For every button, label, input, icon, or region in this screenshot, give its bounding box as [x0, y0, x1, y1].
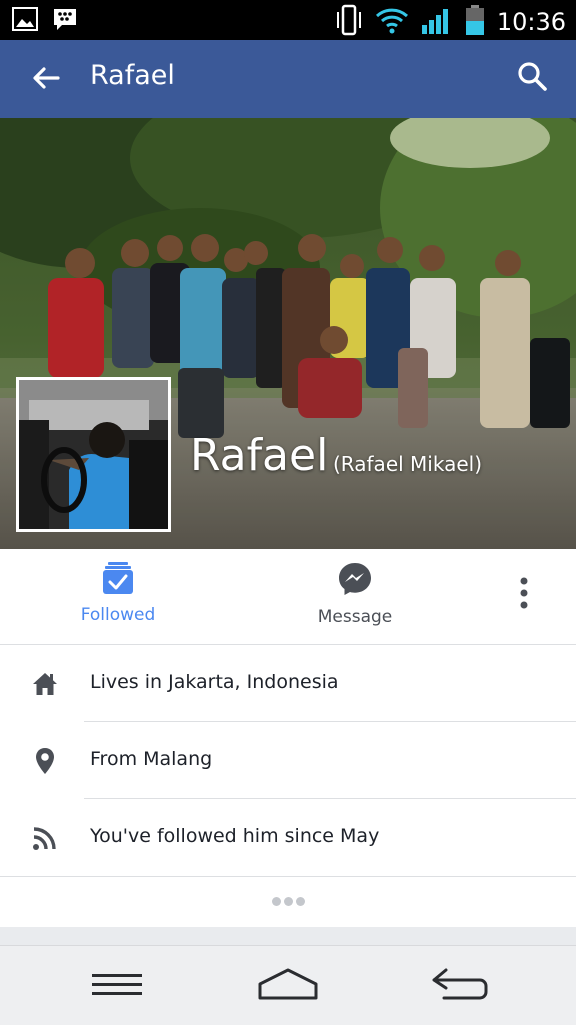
top-toolbar: Rafael: [0, 40, 576, 118]
see-more-about-button[interactable]: [0, 876, 576, 927]
more-options-button[interactable]: [504, 573, 544, 617]
home-nav-icon[interactable]: [256, 964, 320, 1010]
info-text: You've followed him since May: [90, 825, 380, 847]
vibrate-icon: [335, 4, 363, 40]
ellipsis-dot: [296, 897, 305, 906]
back-arrow-icon[interactable]: [28, 60, 64, 96]
ellipsis-dot: [284, 897, 293, 906]
profile-picture[interactable]: [16, 377, 171, 532]
ellipsis-dot: [272, 897, 281, 906]
wifi-icon: [375, 6, 409, 38]
battery-icon: [465, 4, 485, 40]
info-row-lives-in[interactable]: Lives in Jakarta, Indonesia: [0, 645, 576, 722]
gallery-icon: [12, 6, 38, 36]
profile-actions: Followed Message: [0, 549, 576, 645]
rss-icon: [30, 823, 60, 853]
bbm-icon: [52, 6, 78, 36]
info-row-from[interactable]: From Malang: [0, 722, 576, 799]
followed-button[interactable]: Followed: [62, 561, 174, 625]
message-button[interactable]: Message: [300, 561, 410, 627]
back-nav-icon[interactable]: [430, 964, 490, 1010]
followed-icon: [102, 562, 134, 599]
info-text: From Malang: [90, 748, 213, 770]
page-title: Rafael: [90, 60, 175, 91]
status-bar: 10:36: [0, 0, 576, 40]
message-label: Message: [317, 607, 393, 627]
profile-alternate-name: (Rafael Mikael): [333, 452, 482, 476]
status-time: 10:36: [496, 8, 566, 36]
more-vertical-icon: [504, 577, 544, 617]
profile-info-list: Lives in Jakarta, Indonesia From Malang …: [0, 645, 576, 876]
home-icon: [30, 669, 60, 699]
location-pin-icon: [30, 746, 60, 776]
profile-name: Rafael: [190, 430, 329, 481]
info-text: Lives in Jakarta, Indonesia: [90, 671, 339, 693]
signal-icon: [421, 5, 453, 39]
search-icon[interactable]: [514, 58, 550, 94]
messenger-icon: [337, 563, 373, 601]
info-row-followed-since[interactable]: You've followed him since May: [0, 799, 576, 876]
menu-icon[interactable]: [90, 964, 144, 1010]
system-nav-bar: [0, 945, 576, 1025]
followed-label: Followed: [80, 605, 156, 625]
